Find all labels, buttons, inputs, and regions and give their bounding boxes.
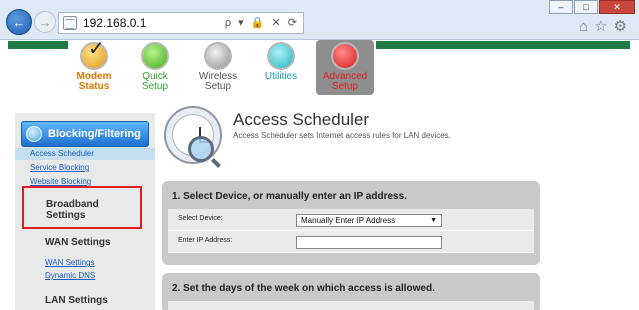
quick-setup-stopwatch-icon bbox=[141, 42, 169, 70]
section-heading: 2. Set the days of the week on which acc… bbox=[172, 283, 435, 294]
address-url[interactable]: 192.168.0.1 bbox=[83, 16, 146, 30]
favorites-star-icon[interactable]: ☆ bbox=[594, 18, 613, 35]
nav-accent-line bbox=[376, 41, 630, 49]
command-icons: ⌂☆⚙ bbox=[579, 17, 633, 35]
nav-label: Setup bbox=[331, 81, 359, 92]
modem-check-icon bbox=[80, 42, 108, 70]
sidebar-header-label: Blocking/Filtering bbox=[48, 128, 141, 140]
forward-arrow-icon: → bbox=[38, 14, 52, 30]
back-arrow-icon: ← bbox=[12, 14, 26, 30]
maximize-icon[interactable]: □ bbox=[574, 0, 598, 14]
access-scheduler-clock-icon bbox=[164, 106, 222, 164]
browser-toolbar: ← → 192.168.0.1 ρ ▾ 🔒 ✕ ⟳ – □ ✕ ⌂☆⚙ bbox=[0, 0, 639, 40]
nav-label: Utilities bbox=[264, 71, 298, 82]
nav-label: Setup bbox=[204, 81, 232, 92]
ip-address-label: Enter IP Address: bbox=[178, 237, 233, 244]
page-title: Access Scheduler bbox=[233, 110, 370, 129]
broadband-line-2: Settings bbox=[46, 210, 86, 221]
home-icon[interactable]: ⌂ bbox=[579, 18, 594, 35]
advanced-gears-icon bbox=[331, 42, 359, 70]
select-device-value: Manually Enter IP Address bbox=[301, 216, 396, 225]
wireless-lock-icon bbox=[204, 42, 232, 70]
sidebar-section-lan-settings[interactable]: LAN Settings bbox=[45, 295, 108, 306]
dropdown-arrow-icon: ▼ bbox=[430, 217, 437, 224]
broadband-line-1: Broadband bbox=[46, 199, 99, 210]
sidebar-item-service-blocking[interactable]: Service Blocking bbox=[30, 163, 89, 172]
nav-accent-line bbox=[8, 41, 68, 49]
nav-utilities[interactable]: Utilities bbox=[251, 40, 311, 82]
router-top-nav: Modem Status Quick Setup Wireless Setup … bbox=[0, 40, 639, 100]
sidebar-item-dynamic-dns[interactable]: Dynamic DNS bbox=[45, 271, 95, 280]
back-button[interactable]: ← bbox=[6, 9, 32, 35]
ip-address-input[interactable] bbox=[296, 236, 442, 249]
sidebar-item-website-blocking[interactable]: Website Blocking bbox=[30, 177, 91, 186]
nav-modem-status[interactable]: Modem Status bbox=[64, 40, 124, 92]
page-icon bbox=[63, 16, 77, 30]
nav-label: Setup bbox=[141, 81, 169, 92]
close-icon[interactable]: ✕ bbox=[599, 0, 635, 14]
select-device-panel: 1. Select Device, or manually enter an I… bbox=[162, 181, 540, 265]
nav-wireless-setup[interactable]: Wireless Setup bbox=[188, 40, 248, 92]
select-device-label: Select Device: bbox=[178, 215, 223, 222]
nav-label: Status bbox=[78, 81, 110, 92]
days-panel: 2. Set the days of the week on which acc… bbox=[162, 273, 540, 310]
minimize-icon[interactable]: – bbox=[549, 0, 573, 14]
sidebar-item-wan-settings[interactable]: WAN Settings bbox=[45, 258, 95, 267]
days-form bbox=[168, 301, 534, 310]
tab-strip bbox=[308, 12, 520, 34]
settings-gear-icon[interactable]: ⚙ bbox=[614, 18, 633, 35]
forward-button[interactable]: → bbox=[34, 11, 56, 33]
select-device-form: Select Device: Manually Enter IP Address… bbox=[168, 209, 534, 253]
sidebar-item-access-scheduler[interactable]: Access Scheduler bbox=[15, 148, 155, 160]
select-device-dropdown[interactable]: Manually Enter IP Address ▼ bbox=[296, 214, 442, 227]
sidebar-header-blocking-filtering[interactable]: Blocking/Filtering bbox=[21, 121, 149, 147]
blocking-globe-icon bbox=[26, 126, 42, 142]
page-description: Access Scheduler sets Internet access ru… bbox=[233, 131, 451, 140]
nav-quick-setup[interactable]: Quick Setup bbox=[125, 40, 185, 92]
sidebar-section-wan-settings[interactable]: WAN Settings bbox=[45, 237, 111, 248]
address-bar[interactable]: 192.168.0.1 ρ ▾ 🔒 ✕ ⟳ bbox=[58, 12, 304, 34]
section-heading: 1. Select Device, or manually enter an I… bbox=[172, 191, 407, 202]
address-tools-icons[interactable]: ρ ▾ 🔒 ✕ ⟳ bbox=[225, 16, 299, 29]
broadband-label: Broadband Settings bbox=[46, 199, 99, 221]
window-controls: – □ ✕ bbox=[549, 0, 635, 14]
form-row: Select Device: Manually Enter IP Address… bbox=[168, 209, 534, 231]
nav-advanced-setup[interactable]: Advanced Setup bbox=[316, 40, 374, 95]
utilities-tools-icon bbox=[267, 42, 295, 70]
sidebar-item-broadband-settings[interactable]: Broadband Settings bbox=[22, 186, 142, 229]
form-row: Enter IP Address: bbox=[168, 231, 534, 253]
